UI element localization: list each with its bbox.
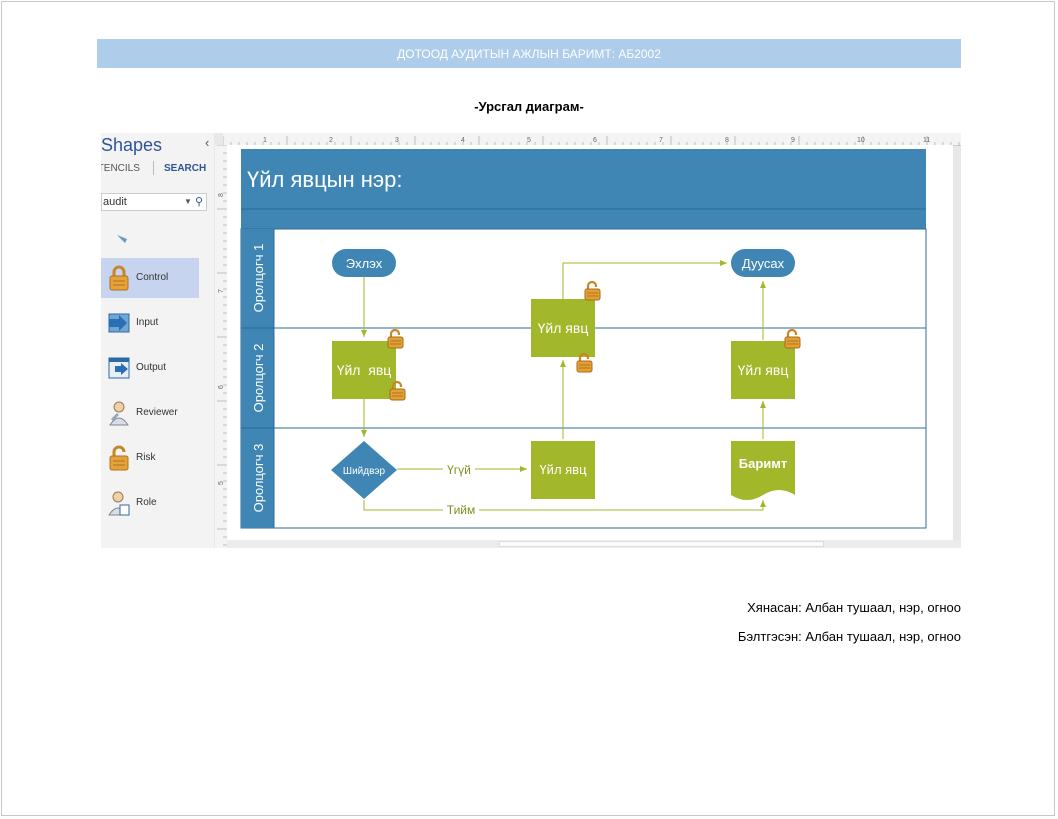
search-icon[interactable]: ⚲: [195, 194, 203, 210]
ruler-label: 9: [791, 137, 795, 144]
search-value: audit: [103, 196, 127, 208]
reviewer-icon: [109, 401, 129, 426]
tab-stencils[interactable]: STENCILS: [101, 163, 140, 174]
flowchart: Үйл явцын нэр: Оролцогч 1 Оролцогч 2 Оро…: [240, 149, 927, 529]
tab-search[interactable]: SEARCH: [164, 163, 206, 174]
lock-icon: [388, 380, 407, 402]
visio-screenshot: Shapes ‹ STENCILS SEARCH audit ▼ ⚲ Contr…: [101, 133, 961, 548]
shape-item-output[interactable]: Output: [101, 348, 199, 388]
shape-item-label: Output: [136, 362, 167, 373]
input-icon: [108, 313, 130, 333]
ruler-label: 4: [461, 137, 465, 144]
ruler-label: 6: [593, 137, 597, 144]
prepared-by-line: Бэлтгэсэн: Албан тушаал, нэр, огноо: [737, 629, 961, 644]
start-label: Эхлэх: [346, 256, 383, 271]
ruler-label: 5: [218, 481, 225, 485]
lane-label-3: Оролцогч 3: [251, 444, 266, 513]
process-label: Үйл явц: [738, 362, 789, 378]
ruler-label: 2: [329, 137, 333, 144]
end-label: Дуусах: [742, 256, 785, 271]
header-banner: ДОТООД АУДИТЫН АЖЛЫН БАРИМТ: АБ2002: [97, 39, 961, 68]
shapes-panel-title: Shapes: [101, 135, 163, 155]
output-icon: [108, 357, 130, 379]
ruler-label: 8: [218, 193, 225, 197]
phase-bar: [241, 209, 926, 229]
process-title: Үйл явцын нэр:: [247, 167, 402, 192]
lock-icon: [109, 265, 129, 291]
shape-item-reviewer[interactable]: Reviewer: [101, 393, 199, 433]
collapse-panel-icon[interactable]: ‹: [205, 135, 209, 150]
lane-label-1: Оролцогч 1: [251, 244, 266, 313]
ruler-label: 10: [857, 137, 865, 144]
decision-label: Шийдвэр: [343, 466, 386, 477]
ruler-label: 6: [218, 385, 225, 389]
lane-label-2: Оролцогч 2: [251, 344, 266, 413]
shape-item-risk[interactable]: Risk: [101, 438, 199, 478]
ruler-label: 8: [725, 137, 729, 144]
chevron-down-icon[interactable]: ▼: [184, 194, 192, 210]
document-label: Баримт: [739, 456, 788, 471]
horizontal-scrollbar[interactable]: [227, 540, 961, 548]
shape-item-input[interactable]: Input: [101, 303, 199, 343]
shapes-search-input[interactable]: audit ▼ ⚲: [101, 193, 207, 211]
ruler-label: 7: [659, 137, 663, 144]
ruler-label: 5: [527, 137, 531, 144]
yes-label: Тийм: [447, 503, 475, 517]
ruler-label: 3: [395, 137, 399, 144]
shape-item-label: Role: [136, 497, 157, 508]
process-label: Үйл явц: [538, 320, 589, 336]
drawing-canvas[interactable]: Үйл явцын нэр: Оролцогч 1 Оролцогч 2 Оро…: [227, 145, 953, 540]
lock-icon: [109, 445, 129, 471]
shape-item-control[interactable]: Control: [101, 258, 199, 298]
shape-item-label: Risk: [136, 452, 156, 463]
flow-connector-yes[interactable]: [363, 500, 766, 511]
shapes-panel: Shapes ‹ STENCILS SEARCH audit ▼ ⚲ Contr…: [101, 133, 214, 548]
role-icon: [108, 491, 130, 516]
lock-icon: [386, 328, 405, 350]
ruler-label: 7: [218, 289, 225, 293]
reviewed-by-line: Хянасан: Албан тушаал, нэр, огноо: [747, 600, 961, 615]
tab-separator: [153, 161, 154, 175]
shape-item-label: Input: [136, 317, 159, 328]
document-title: -Урсгал диаграм-: [474, 99, 584, 114]
partial-shape-icon: [117, 235, 127, 243]
lock-icon: [783, 328, 802, 350]
shape-item-label: Control: [136, 272, 169, 283]
no-label: Үгүй: [447, 463, 471, 477]
lock-icon: [583, 280, 602, 302]
banner-text: ДОТООД АУДИТЫН АЖЛЫН БАРИМТ: АБ2002: [397, 46, 661, 61]
ruler-ticks: 87654: [217, 144, 227, 546]
scrollbar-thumb[interactable]: [499, 541, 824, 547]
process-label: Үйл явц: [337, 362, 392, 378]
ruler-label: 1: [263, 137, 267, 144]
ruler-label: 11: [923, 137, 930, 144]
process-label: Үйл явц: [539, 462, 587, 477]
shape-item-label: Reviewer: [136, 407, 178, 418]
shape-item-role[interactable]: Role: [101, 483, 199, 523]
